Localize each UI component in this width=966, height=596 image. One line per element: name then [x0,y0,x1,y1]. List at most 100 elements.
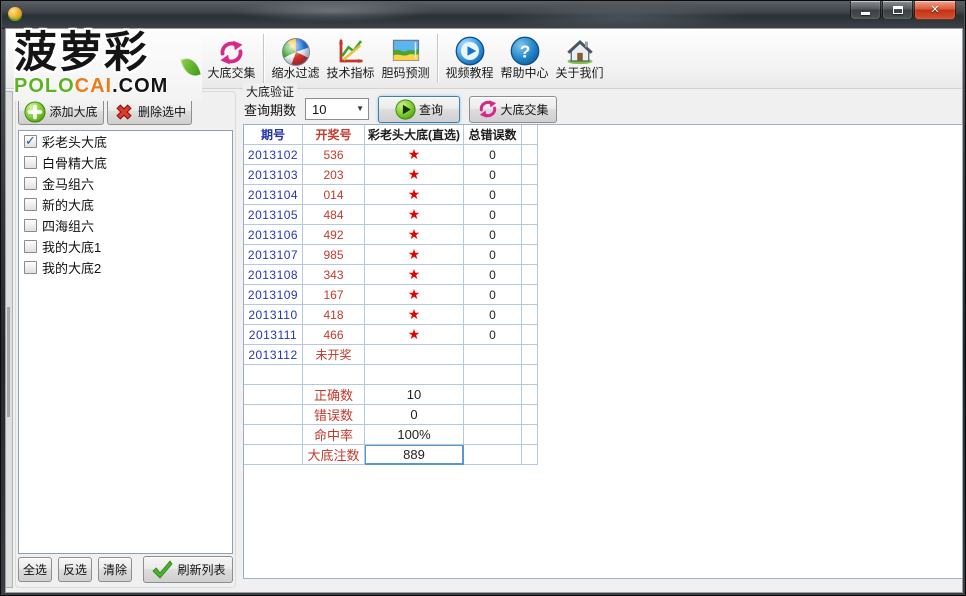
cell-errors[interactable]: 0 [464,185,522,205]
cell-extra[interactable] [522,205,538,225]
cell-hit[interactable]: ★ [365,285,464,305]
dadi-item[interactable]: 彩老头大底 [19,131,232,152]
cell-empty[interactable] [244,445,303,465]
cell-draw[interactable]: 985 [303,245,365,265]
checkbox[interactable] [24,198,37,211]
dadi-item[interactable]: 四海组六 [19,215,232,236]
checkbox[interactable] [24,177,37,190]
cell-period[interactable] [244,365,303,385]
query-button[interactable]: 查询 [378,96,460,123]
cell-hit[interactable]: ★ [365,205,464,225]
cell-extra[interactable] [522,325,538,345]
cell-empty[interactable] [244,425,303,445]
cell-empty[interactable] [244,405,303,425]
add-dadi-button[interactable]: 添加大底 [18,98,104,125]
cell-extra[interactable] [522,305,538,325]
cell-draw[interactable]: 484 [303,205,365,225]
cell-extra[interactable] [522,405,538,425]
summary-value[interactable]: 10 [365,385,464,405]
cell-extra[interactable] [522,425,538,445]
dadi-item[interactable]: 新的大底 [19,194,232,215]
cell-draw[interactable]: 343 [303,265,365,285]
checkbox[interactable] [24,135,37,148]
summary-value[interactable]: 889 [365,445,464,465]
cell-draw[interactable]: 418 [303,305,365,325]
cell-empty[interactable] [464,445,522,465]
cell-errors[interactable]: 0 [464,165,522,185]
cell-extra[interactable] [522,225,538,245]
delete-selected-button[interactable]: 删除选中 [107,98,192,125]
cell-extra[interactable] [522,165,538,185]
cell-hit[interactable]: ★ [365,225,464,245]
cell-hit[interactable] [365,365,464,385]
period-count-select[interactable]: 10 ▼ [305,98,369,120]
close-button[interactable]: ✕ [914,1,956,20]
cell-period[interactable]: 2013108 [244,265,303,285]
cell-extra[interactable] [522,345,538,365]
cell-period[interactable]: 2013104 [244,185,303,205]
cell-draw[interactable]: 536 [303,145,365,165]
cell-period[interactable]: 2013112 [244,345,303,365]
cell-extra[interactable] [522,245,538,265]
cell-extra[interactable] [522,445,538,465]
refresh-list-button[interactable]: 刷新列表 [143,556,233,583]
cell-period[interactable]: 2013107 [244,245,303,265]
cell-hit[interactable]: ★ [365,325,464,345]
cell-errors[interactable]: 0 [464,305,522,325]
cell-errors[interactable]: 0 [464,265,522,285]
cell-period[interactable]: 2013109 [244,285,303,305]
summary-label[interactable]: 正确数 [303,385,365,405]
cell-errors[interactable] [464,365,522,385]
toolbar-item-dadi-intersect[interactable]: 大底交集 [204,29,259,88]
cell-empty[interactable] [244,385,303,405]
dadi-item[interactable]: 我的大底1 [19,236,232,257]
maximize-button[interactable] [882,1,913,20]
left-splitter[interactable] [6,91,13,588]
cell-draw[interactable]: 167 [303,285,365,305]
select-all-button[interactable]: 全选 [18,557,52,582]
cell-errors[interactable]: 0 [464,285,522,305]
cell-errors[interactable] [464,345,522,365]
toolbar-item-video-tutorial[interactable]: 视频教程 [442,29,497,88]
cell-extra[interactable] [522,145,538,165]
cell-period[interactable]: 2013102 [244,145,303,165]
dadi-item[interactable]: 我的大底2 [19,257,232,278]
cell-draw[interactable]: 未开奖 [303,345,365,365]
cell-errors[interactable]: 0 [464,145,522,165]
cell-extra[interactable] [522,285,538,305]
cell-period[interactable]: 2013110 [244,305,303,325]
toolbar-item-help-center[interactable]: ?帮助中心 [497,29,552,88]
cell-extra[interactable] [522,265,538,285]
cell-period[interactable]: 2013105 [244,205,303,225]
cell-errors[interactable]: 0 [464,245,522,265]
cell-hit[interactable]: ★ [365,185,464,205]
cell-draw[interactable]: 203 [303,165,365,185]
cell-empty[interactable] [464,425,522,445]
cell-hit[interactable]: ★ [365,265,464,285]
cell-extra[interactable] [522,185,538,205]
toolbar-item-tech-indicator[interactable]: 技术指标 [323,29,378,88]
cell-extra[interactable] [522,365,538,385]
dadi-item[interactable]: 白骨精大底 [19,152,232,173]
summary-label[interactable]: 命中率 [303,425,365,445]
cell-hit[interactable]: ★ [365,165,464,185]
summary-label[interactable]: 大底注数 [303,445,365,465]
cell-hit[interactable]: ★ [365,305,464,325]
summary-value[interactable]: 100% [365,425,464,445]
invert-selection-button[interactable]: 反选 [58,557,92,582]
clear-button[interactable]: 清除 [98,557,132,582]
checkbox[interactable] [24,219,37,232]
checkbox[interactable] [24,156,37,169]
cell-empty[interactable] [464,385,522,405]
cell-hit[interactable]: ★ [365,145,464,165]
minimize-button[interactable] [850,1,881,20]
cell-hit[interactable]: ★ [365,245,464,265]
cell-draw[interactable]: 492 [303,225,365,245]
cell-empty[interactable] [464,405,522,425]
intersect-button[interactable]: 大底交集 [469,96,557,123]
summary-label[interactable]: 错误数 [303,405,365,425]
cell-period[interactable]: 2013111 [244,325,303,345]
dadi-item[interactable]: 金马组六 [19,173,232,194]
cell-period[interactable]: 2013106 [244,225,303,245]
toolbar-item-shrink-filter[interactable]: 缩水过滤 [268,29,323,88]
